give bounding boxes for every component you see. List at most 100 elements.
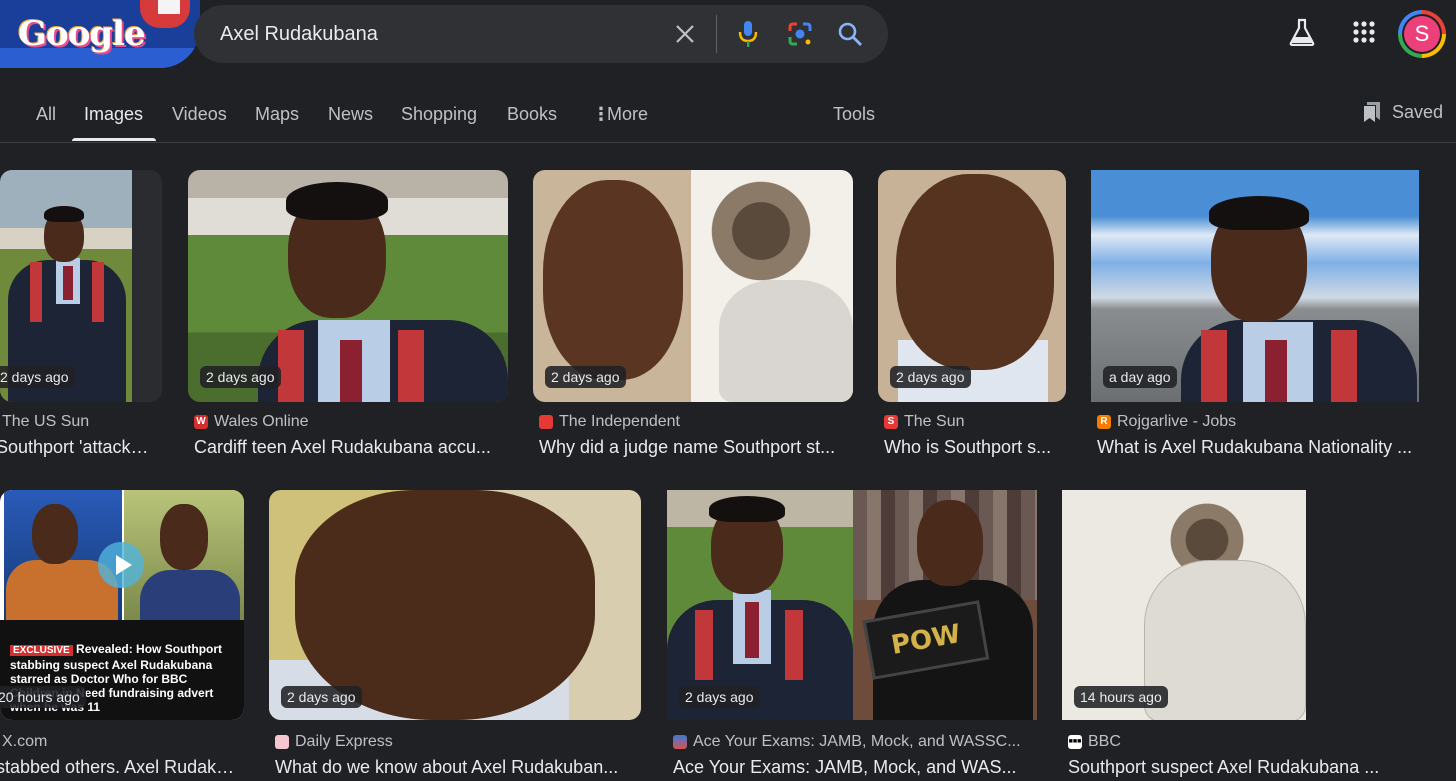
sketch-cloth	[1144, 560, 1306, 720]
image-result-card[interactable]: 2 days ago Daily Express What do we know…	[269, 490, 641, 781]
source-name: Daily Express	[295, 733, 393, 750]
figure-head	[896, 174, 1054, 370]
saved-link[interactable]: Saved	[1362, 101, 1443, 123]
tab-more-label: More	[607, 104, 649, 124]
logo-text: Google	[18, 14, 146, 54]
image-thumbnail[interactable]: 2 days ago	[533, 170, 853, 402]
tab-news[interactable]: News	[328, 104, 373, 125]
time-badge: 2 days ago	[200, 366, 281, 388]
result-title[interactable]: Ace Your Exams: JAMB, Mock, and WAS...	[673, 757, 1037, 778]
figure-tie	[745, 602, 759, 658]
figure-strap	[398, 330, 424, 402]
figure-strap	[695, 610, 713, 680]
time-badge: a day ago	[1103, 366, 1177, 388]
result-source[interactable]: The US Sun	[2, 413, 89, 431]
image-result-card[interactable]: POW 2 days ago Ace Your Exams: JAMB, Moc…	[667, 490, 1037, 781]
image-result-card[interactable]: 14 hours ago ■■■ BBC Southport suspect A…	[1062, 490, 1379, 781]
apps-grid-icon[interactable]	[1348, 16, 1380, 48]
time-badge: 2 days ago	[281, 686, 362, 708]
microphone-icon[interactable]	[733, 19, 763, 49]
figure-hair	[1209, 196, 1309, 230]
search-tabs: All Images Videos Maps News Shopping Boo…	[0, 96, 1456, 143]
source-name: Ace Your Exams: JAMB, Mock, and WASSC...	[693, 733, 1021, 750]
image-result-card[interactable]: 2 days ago The Independent Why did a jud…	[533, 170, 853, 470]
google-doodle-logo[interactable]: Google	[0, 0, 200, 68]
result-title[interactable]: Southport 'attacker...	[0, 437, 158, 458]
image-thumbnail[interactable]: EXCLUSIVE Revealed: How Southport stabbi…	[0, 490, 244, 720]
lens-icon[interactable]	[785, 19, 815, 49]
time-badge: 2 days ago	[545, 366, 626, 388]
labs-flask-icon[interactable]	[1286, 16, 1318, 48]
result-source[interactable]: ■■■ BBC	[1068, 733, 1121, 751]
source-name: X.com	[2, 733, 48, 750]
result-source[interactable]: Ace Your Exams: JAMB, Mock, and WASSC...	[673, 733, 1021, 751]
figure-head	[543, 180, 683, 380]
result-title[interactable]: Cardiff teen Axel Rudakubana accu...	[194, 437, 508, 458]
play-icon[interactable]	[98, 542, 144, 588]
avatar-initial: S	[1404, 16, 1440, 52]
figure-head	[917, 500, 983, 586]
time-badge: 14 hours ago	[1074, 686, 1168, 708]
figure-head	[32, 504, 78, 564]
figure-hair	[709, 496, 785, 522]
result-source[interactable]: S The Sun	[884, 413, 964, 431]
image-result-card[interactable]: 2 days ago W Wales Online Cardiff teen A…	[188, 170, 508, 470]
search-bar[interactable]: Axel Rudakubana	[194, 5, 888, 63]
the-sun-favicon-icon: S	[884, 415, 898, 429]
tab-more[interactable]: ⋮ More	[592, 104, 648, 125]
result-source[interactable]: Daily Express	[275, 733, 393, 751]
result-title[interactable]: What do we know about Axel Rudakuban...	[275, 757, 639, 778]
overlay-line: starred as Doctor Who for BBC	[10, 672, 188, 686]
sketch-hair	[701, 176, 821, 286]
source-name: BBC	[1088, 733, 1121, 750]
image-thumbnail[interactable]: 2 days ago	[269, 490, 641, 720]
image-result-card[interactable]: EXCLUSIVE Revealed: How Southport stabbi…	[0, 490, 244, 781]
image-result-card[interactable]: 2 days ago S The Sun Who is Southport s.…	[878, 170, 1066, 470]
image-thumbnail[interactable]: 2 days ago	[0, 170, 162, 402]
tab-videos[interactable]: Videos	[172, 104, 227, 125]
search-icon[interactable]	[835, 19, 865, 49]
search-divider	[716, 15, 717, 53]
tab-images[interactable]: Images	[84, 104, 143, 125]
result-source[interactable]: X.com	[2, 733, 47, 751]
result-title[interactable]: Why did a judge name Southport st...	[539, 437, 853, 458]
result-title[interactable]: What is Axel Rudakubana Nationality ...	[1097, 437, 1423, 458]
clear-icon[interactable]	[670, 19, 700, 49]
image-thumbnail[interactable]: a day ago	[1091, 170, 1419, 402]
tab-books[interactable]: Books	[507, 104, 557, 125]
image-thumbnail[interactable]: 14 hours ago	[1062, 490, 1306, 720]
result-source[interactable]: W Wales Online	[194, 413, 309, 431]
account-avatar[interactable]: S	[1398, 10, 1446, 58]
result-title[interactable]: Who is Southport s...	[884, 437, 1066, 458]
tab-maps[interactable]: Maps	[255, 104, 299, 125]
bookmarks-icon	[1364, 102, 1380, 122]
figure-strap	[92, 262, 104, 322]
figure-tie	[1265, 340, 1287, 402]
tab-shopping[interactable]: Shopping	[401, 104, 477, 125]
doodle-sail	[158, 0, 180, 14]
figure-strap	[1201, 330, 1227, 402]
image-thumbnail[interactable]: POW 2 days ago	[667, 490, 1037, 720]
tab-tools[interactable]: Tools	[833, 104, 875, 125]
tab-all[interactable]: All	[36, 104, 56, 125]
result-source[interactable]: R Rojgarlive - Jobs	[1097, 413, 1236, 431]
avatar-ring-inner: S	[1402, 14, 1442, 54]
image-thumbnail[interactable]: 2 days ago	[188, 170, 508, 402]
result-title[interactable]: Southport suspect Axel Rudakubana ...	[1068, 757, 1398, 778]
image-result-card[interactable]: 2 days ago The US Sun Southport 'attacke…	[0, 170, 162, 470]
result-source[interactable]: The Independent	[539, 413, 680, 431]
rojgarlive-favicon-icon: R	[1097, 415, 1111, 429]
overlay-line: Revealed: How Southport	[76, 642, 223, 656]
result-title[interactable]: stabbed others. Axel Rudaku...	[0, 757, 240, 778]
figure-tie	[63, 266, 73, 300]
figure-hair	[44, 206, 84, 222]
source-name: The Sun	[904, 413, 965, 430]
search-input[interactable]: Axel Rudakubana	[220, 23, 378, 46]
image-thumbnail[interactable]: 2 days ago	[878, 170, 1066, 402]
figure-tie	[340, 340, 362, 402]
exclusive-tag: EXCLUSIVE	[10, 645, 73, 656]
figure-strap	[1331, 330, 1357, 402]
image-result-card[interactable]: a day ago R Rojgarlive - Jobs What is Ax…	[1091, 170, 1419, 470]
source-name: The Independent	[559, 413, 680, 430]
figure-strap	[278, 330, 304, 402]
